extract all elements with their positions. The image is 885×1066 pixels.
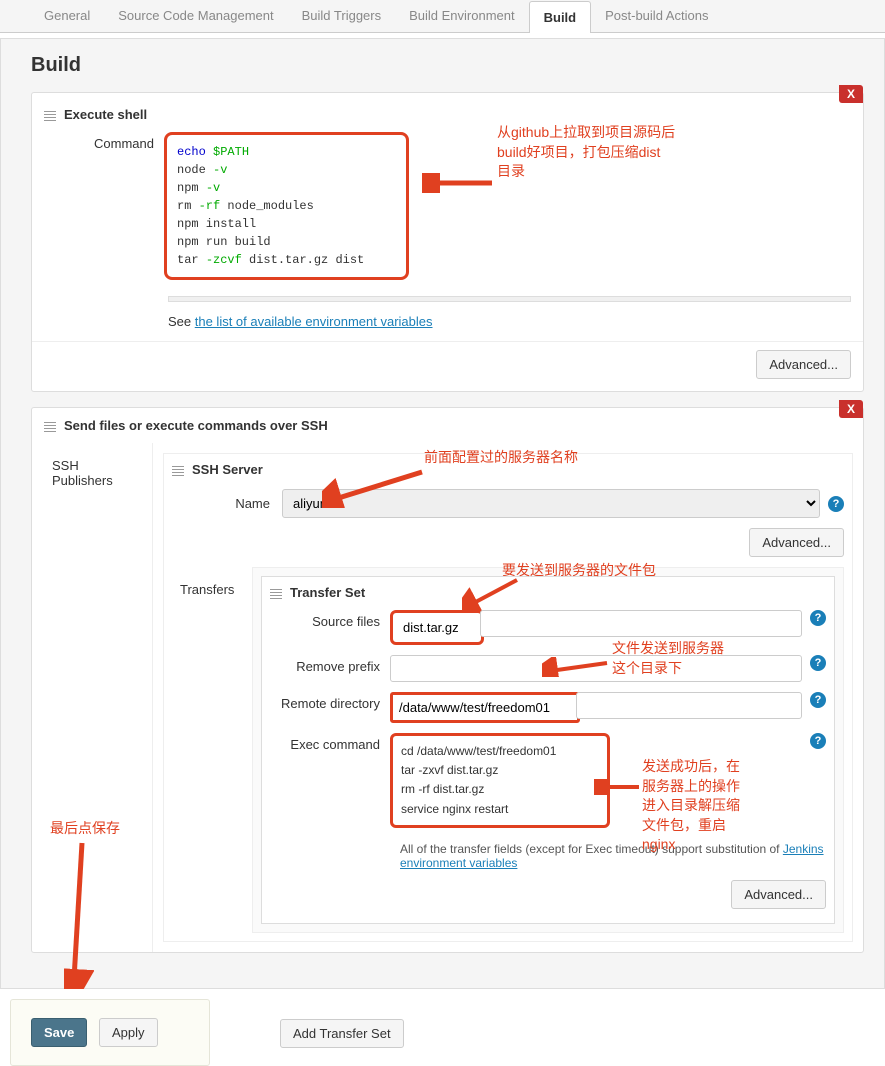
page-title: Build — [31, 54, 864, 77]
help-icon[interactable]: ? — [828, 496, 844, 512]
shell-command-textarea[interactable]: echo $PATH node -v npm -v rm -rf node_mo… — [164, 132, 409, 280]
shell-advanced-button[interactable]: Advanced... — [756, 350, 851, 379]
close-icon[interactable]: X — [839, 85, 863, 103]
exec-command-label: Exec command — [270, 733, 390, 752]
source-files-label: Source files — [270, 610, 390, 629]
execute-shell-header: Execute shell — [32, 97, 863, 132]
main-panel: Build X Execute shell Command echo $PATH… — [0, 38, 885, 989]
help-icon[interactable]: ? — [810, 733, 826, 749]
ssh-header: Send files or execute commands over SSH — [32, 408, 863, 443]
exec-command-textarea[interactable]: cd /data/www/test/freedom01 tar -zxvf di… — [390, 733, 610, 828]
transfer-set-title: Transfer Set — [290, 585, 365, 600]
textarea-resize-handle[interactable] — [168, 296, 851, 302]
add-transfer-set-button[interactable]: Add Transfer Set — [280, 1019, 404, 1048]
server-advanced-button[interactable]: Advanced... — [749, 528, 844, 557]
transfer-set-box: Transfer Set 要发送到服务器的文件包 Source files — [261, 576, 835, 924]
tab-post[interactable]: Post-build Actions — [591, 0, 722, 32]
config-tabs: General Source Code Management Build Tri… — [0, 0, 885, 33]
ssh-title: Send files or execute commands over SSH — [64, 418, 328, 433]
execute-shell-title: Execute shell — [64, 107, 147, 122]
bottom-action-bar: Save Apply — [10, 999, 210, 1066]
source-files-input[interactable] — [397, 615, 477, 640]
close-icon[interactable]: X — [839, 400, 863, 418]
env-variables-note: See the list of available environment va… — [32, 314, 863, 341]
source-files-input-ext[interactable] — [480, 610, 802, 637]
apply-button[interactable]: Apply — [99, 1018, 158, 1047]
ssh-publishers-label: SSH Publishers — [32, 443, 152, 952]
env-variables-link[interactable]: the list of available environment variab… — [195, 314, 433, 329]
ssh-server-box: SSH Server Name aliyun ? Advanced... 前面配… — [163, 453, 853, 942]
drag-handle-icon[interactable] — [172, 464, 184, 476]
remove-prefix-label: Remove prefix — [270, 655, 390, 674]
server-name-label: Name — [172, 496, 282, 511]
transfer-note: All of the transfer fields (except for E… — [270, 838, 826, 874]
drag-handle-icon[interactable] — [44, 420, 56, 432]
drag-handle-icon[interactable] — [270, 587, 282, 599]
remote-dir-input[interactable] — [390, 692, 580, 723]
remote-dir-label: Remote directory — [270, 692, 390, 711]
transfers-label: Transfers — [172, 567, 252, 933]
remote-dir-input-ext[interactable] — [576, 692, 802, 719]
tab-scm[interactable]: Source Code Management — [104, 0, 287, 32]
help-icon[interactable]: ? — [810, 610, 826, 626]
ssh-section: X Send files or execute commands over SS… — [31, 407, 864, 953]
execute-shell-section: X Execute shell Command echo $PATH node … — [31, 92, 864, 392]
drag-handle-icon[interactable] — [44, 109, 56, 121]
remove-prefix-input[interactable] — [390, 655, 802, 682]
ssh-server-title: SSH Server — [192, 462, 263, 477]
save-button[interactable]: Save — [31, 1018, 87, 1047]
transfer-advanced-button[interactable]: Advanced... — [731, 880, 826, 909]
tab-triggers[interactable]: Build Triggers — [288, 0, 395, 32]
command-label: Command — [94, 132, 164, 280]
help-icon[interactable]: ? — [810, 655, 826, 671]
tab-env[interactable]: Build Environment — [395, 0, 529, 32]
annotation-3: 要发送到服务器的文件包 — [502, 561, 656, 581]
help-icon[interactable]: ? — [810, 692, 826, 708]
tab-build[interactable]: Build — [529, 1, 592, 33]
tab-general[interactable]: General — [30, 0, 104, 32]
server-name-select[interactable]: aliyun — [282, 489, 820, 518]
